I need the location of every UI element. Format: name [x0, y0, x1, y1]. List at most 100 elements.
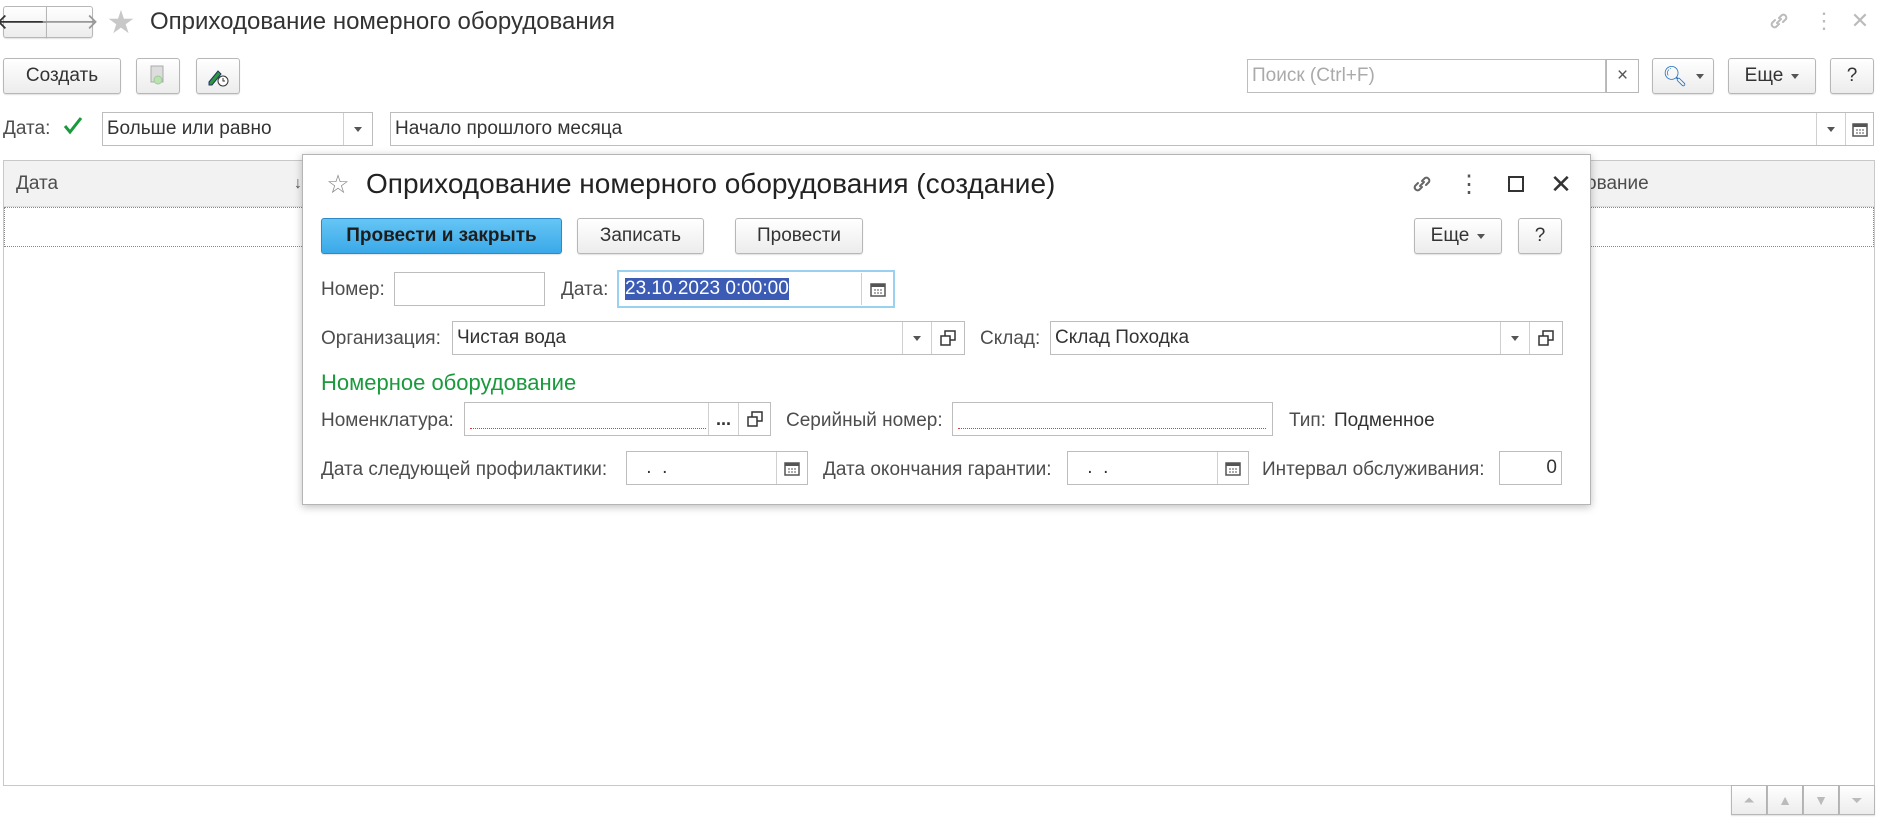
- filter-period-value: Начало прошлого месяца: [395, 118, 623, 139]
- nomenclature-select-button[interactable]: ...: [708, 403, 738, 435]
- open-window-icon: [1538, 330, 1554, 346]
- close-icon[interactable]: ✕: [1850, 8, 1870, 34]
- chevron-down-icon: [1827, 126, 1835, 132]
- create-button[interactable]: Создать: [3, 58, 121, 94]
- more-button[interactable]: Еще: [1728, 58, 1816, 94]
- filter-condition-dropdown[interactable]: [343, 113, 372, 145]
- chevron-down-icon: [1695, 73, 1704, 79]
- copy-document-icon: [150, 65, 164, 85]
- date-input-value: 23.10.2023 0:00:00: [625, 278, 789, 300]
- last-icon: ⏷: [1851, 791, 1863, 808]
- warehouse-input[interactable]: Склад Походка: [1050, 321, 1563, 355]
- window-title: Оприходование номерного оборудования: [150, 8, 616, 35]
- post-button[interactable]: Провести: [735, 218, 863, 254]
- pen-clock-icon: [208, 70, 229, 87]
- serial-number-label: Серийный номер:: [786, 410, 943, 431]
- chevron-down-icon: [1477, 233, 1486, 239]
- help-button[interactable]: ?: [1830, 58, 1874, 94]
- warehouse-dropdown[interactable]: [1500, 322, 1529, 354]
- dialog-more-label: Еще: [1430, 225, 1470, 246]
- nomenclature-label: Номенклатура:: [321, 410, 454, 431]
- scroll-up-button[interactable]: ▲: [1767, 785, 1803, 815]
- next-maintenance-label: Дата следующей профилактики:: [321, 459, 608, 480]
- dialog-more-button[interactable]: Еще: [1414, 218, 1502, 254]
- dialog-more-vert-icon[interactable]: ⋮: [1457, 170, 1481, 198]
- organization-label: Организация:: [321, 328, 441, 349]
- serial-number-input[interactable]: [952, 402, 1273, 436]
- calendar-icon: [869, 283, 886, 297]
- dialog-title: Оприходование номерного оборудования (со…: [366, 168, 1056, 199]
- next-maintenance-value: . .: [641, 457, 668, 478]
- date-calendar-button[interactable]: [861, 273, 893, 305]
- serial-required-underline: [958, 428, 1266, 429]
- search-clear-button[interactable]: ×: [1606, 59, 1639, 93]
- column-header-equipment[interactable]: ование: [1586, 173, 1649, 195]
- nomenclature-required-underline: [470, 428, 706, 429]
- filter-condition-value: Больше или равно: [107, 118, 272, 139]
- filter-calendar-button[interactable]: [1845, 113, 1873, 145]
- calendar-icon: [784, 462, 800, 476]
- organization-input[interactable]: Чистая вода: [452, 321, 965, 355]
- down-icon: ▼: [1814, 792, 1828, 808]
- dialog-link-icon[interactable]: [1408, 170, 1436, 198]
- dialog-help-button[interactable]: ?: [1518, 218, 1562, 254]
- service-interval-value: 0: [1546, 457, 1557, 478]
- number-label: Номер:: [321, 279, 385, 300]
- edit-journal-button[interactable]: [196, 58, 240, 94]
- next-maintenance-calendar-button[interactable]: [776, 452, 807, 484]
- forward-button[interactable]: 🡒: [40, 6, 99, 38]
- chevron-down-icon: [354, 126, 362, 132]
- organization-open-button[interactable]: [931, 322, 964, 354]
- post-and-close-button[interactable]: Провести и закрыть: [321, 218, 562, 254]
- more-label: Еще: [1744, 65, 1784, 86]
- chevron-down-icon: [913, 335, 921, 341]
- link-icon[interactable]: [1766, 8, 1792, 34]
- number-input[interactable]: [394, 272, 545, 306]
- search-icon: 🔍︎: [1662, 65, 1688, 88]
- warehouse-open-button[interactable]: [1529, 322, 1562, 354]
- more-vert-icon[interactable]: ⋮: [1813, 8, 1835, 34]
- service-interval-input[interactable]: 0: [1499, 451, 1562, 485]
- dialog-close-icon[interactable]: ✕: [1548, 169, 1574, 199]
- filter-date-label: Дата:: [3, 118, 51, 139]
- date-label: Дата:: [561, 279, 609, 300]
- search-button[interactable]: 🔍︎: [1652, 58, 1714, 94]
- open-window-icon: [940, 330, 956, 346]
- scroll-down-button[interactable]: ▼: [1803, 785, 1839, 815]
- warranty-end-label: Дата окончания гарантии:: [823, 459, 1052, 480]
- filter-condition-select[interactable]: Больше или равно: [102, 112, 373, 146]
- date-input[interactable]: 23.10.2023 0:00:00: [617, 270, 895, 308]
- open-window-icon: [746, 411, 763, 427]
- column-header-date[interactable]: Дата: [16, 173, 58, 195]
- organization-dropdown[interactable]: [902, 322, 931, 354]
- filter-checkbox[interactable]: [61, 114, 85, 138]
- chevron-down-icon: [1791, 73, 1800, 79]
- dialog-maximize-icon[interactable]: [1504, 172, 1528, 196]
- save-button[interactable]: Записать: [577, 218, 704, 254]
- filter-period-dropdown[interactable]: [1816, 113, 1845, 145]
- search-input[interactable]: Поиск (Ctrl+F): [1247, 59, 1606, 93]
- section-title: Номерное оборудование: [321, 370, 577, 395]
- scroll-first-button[interactable]: ⏶: [1731, 785, 1767, 815]
- warehouse-label: Склад:: [980, 328, 1041, 349]
- type-label: Тип:: [1289, 410, 1326, 431]
- calendar-icon: [1225, 462, 1241, 476]
- favorite-star-icon[interactable]: ★: [106, 4, 136, 40]
- up-icon: ▲: [1778, 792, 1792, 808]
- sort-icon: ↓: [294, 175, 302, 192]
- first-icon: ⏶: [1743, 791, 1755, 808]
- warehouse-value: Склад Походка: [1055, 327, 1190, 348]
- chevron-down-icon: [1511, 335, 1519, 341]
- scroll-last-button[interactable]: ⏷: [1839, 785, 1875, 815]
- organization-value: Чистая вода: [457, 327, 567, 348]
- copy-document-button[interactable]: [136, 58, 180, 94]
- dialog-favorite-star-icon[interactable]: ☆: [324, 169, 352, 199]
- calendar-icon: [1851, 123, 1868, 137]
- type-value: Подменное: [1334, 410, 1435, 431]
- ellipsis-icon: ...: [715, 408, 731, 429]
- warranty-end-calendar-button[interactable]: [1217, 452, 1248, 484]
- filter-period-field[interactable]: Начало прошлого месяца: [390, 112, 1874, 146]
- checkmark-icon: [63, 117, 83, 135]
- nomenclature-open-button[interactable]: [738, 403, 770, 435]
- warranty-end-value: . .: [1082, 457, 1109, 478]
